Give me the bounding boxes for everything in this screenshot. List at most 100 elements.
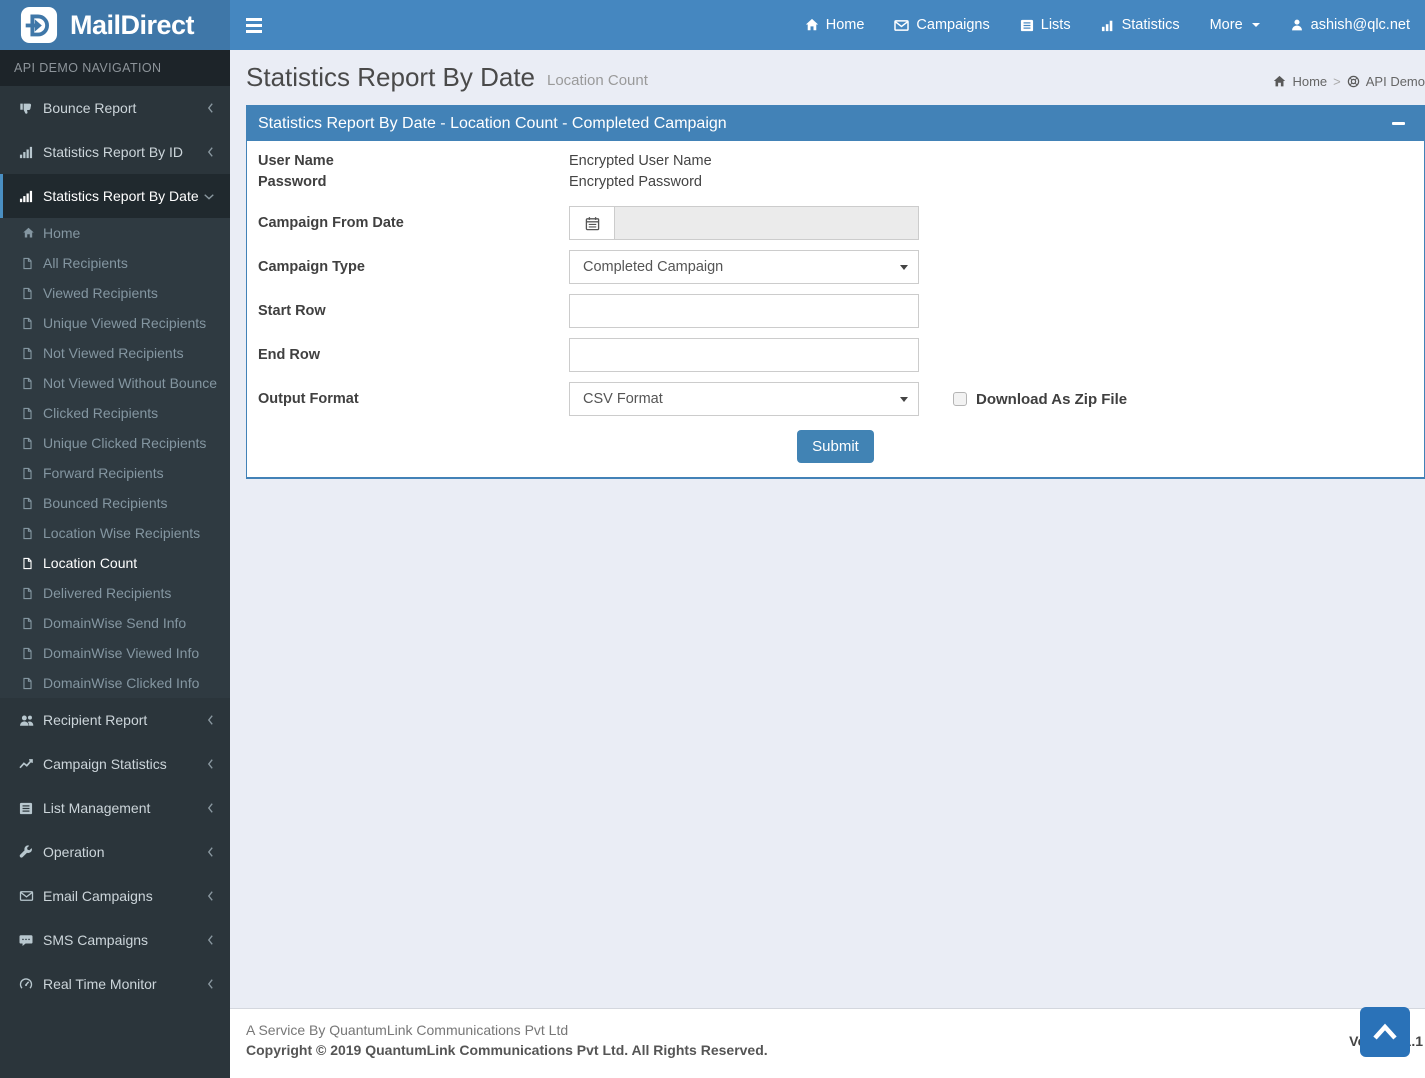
file-icon	[22, 347, 35, 360]
minus-icon	[1392, 122, 1405, 125]
nav-home[interactable]: Home	[790, 0, 880, 50]
scroll-to-top-button[interactable]	[1360, 1007, 1410, 1057]
page-footer: A Service By QuantumLink Communications …	[230, 1008, 1425, 1078]
sidebar-item-bounce-report[interactable]: Bounce Report	[0, 86, 230, 130]
sidebar-item-sms-campaigns[interactable]: SMS Campaigns	[0, 918, 230, 962]
thumbs-down-icon	[19, 101, 34, 115]
line-chart-icon	[19, 758, 34, 771]
campaign-type-label: Campaign Type	[258, 259, 365, 275]
start-row-label: Start Row	[258, 303, 326, 319]
file-icon	[22, 257, 35, 270]
sidebar-subitem-domainwise-send-info[interactable]: DomainWise Send Info	[0, 608, 230, 638]
breadcrumb: Home > API Demo	[1273, 66, 1425, 89]
download-zip-group: Download As Zip File	[953, 391, 1127, 408]
chevron-left-icon	[206, 846, 215, 858]
navbar-links: Home Campaigns Lists Statistics More ash…	[790, 0, 1425, 50]
sidebar-subitem-domainwise-clicked-info[interactable]: DomainWise Clicked Info	[0, 668, 230, 698]
collapse-panel-button[interactable]	[1392, 122, 1413, 125]
sidebar-item-statistics-report-by-date[interactable]: Statistics Report By Date	[0, 174, 230, 218]
start-row-input[interactable]	[569, 294, 919, 328]
sidebar-subitem-domainwise-viewed-info[interactable]: DomainWise Viewed Info	[0, 638, 230, 668]
end-row-input[interactable]	[569, 338, 919, 372]
sidebar-subitem-bounced-recipients[interactable]: Bounced Recipients	[0, 488, 230, 518]
footer-service-line: A Service By QuantumLink Communications …	[246, 1022, 569, 1038]
calendar-button[interactable]	[569, 206, 615, 240]
footer-copyright-line: Copyright © 2019 QuantumLink Communicati…	[246, 1042, 768, 1058]
chevron-left-icon	[206, 714, 215, 726]
breadcrumb-home-link[interactable]: Home	[1292, 74, 1327, 89]
panel-body: User Name Encrypted User Name Password E…	[247, 141, 1424, 477]
home-icon	[805, 18, 819, 32]
users-icon	[19, 714, 34, 727]
output-format-label: Output Format	[258, 391, 359, 407]
envelope-icon	[19, 890, 34, 902]
sidebar-subitem-unique-clicked-recipients[interactable]: Unique Clicked Recipients	[0, 428, 230, 458]
sidebar-subitem-all-recipients[interactable]: All Recipients	[0, 248, 230, 278]
sidebar-subitem-home[interactable]: Home	[0, 218, 230, 248]
file-icon	[22, 677, 35, 690]
output-format-select[interactable]: CSV Format	[569, 382, 919, 416]
report-panel: Statistics Report By Date - Location Cou…	[246, 105, 1425, 479]
sidebar-item-campaign-statistics[interactable]: Campaign Statistics	[0, 742, 230, 786]
select-caret-icon	[900, 397, 908, 402]
nav-lists[interactable]: Lists	[1005, 0, 1086, 50]
top-navbar: MailDirect Home Campaigns Lists Statisti…	[0, 0, 1425, 50]
sidebar-subitem-clicked-recipients[interactable]: Clicked Recipients	[0, 398, 230, 428]
date-input-group	[569, 206, 919, 240]
home-icon	[22, 227, 35, 239]
bar-chart-icon	[19, 146, 34, 159]
sidebar-subitem-location-count[interactable]: Location Count	[0, 548, 230, 578]
sidebar-item-real-time-monitor[interactable]: Real Time Monitor	[0, 962, 230, 1006]
file-icon	[22, 647, 35, 660]
statistics-by-date-submenu: Home All Recipients Viewed Recipients Un…	[0, 218, 230, 698]
sidebar-subitem-location-wise-recipients[interactable]: Location Wise Recipients	[0, 518, 230, 548]
sidebar-item-email-campaigns[interactable]: Email Campaigns	[0, 874, 230, 918]
sidebar-toggle-button[interactable]	[230, 0, 278, 50]
submit-button[interactable]: Submit	[797, 430, 874, 463]
main-content: Statistics Report By Date Location Count…	[230, 50, 1425, 1008]
nav-user-account[interactable]: ashish@qlc.net	[1275, 0, 1425, 50]
caret-down-icon	[1251, 23, 1260, 27]
maildirect-logo-icon	[20, 6, 58, 44]
bar-chart-icon	[1101, 19, 1115, 32]
download-zip-label[interactable]: Download As Zip File	[976, 391, 1127, 408]
sidebar-item-statistics-report-by-id[interactable]: Statistics Report By ID	[0, 130, 230, 174]
chevron-left-icon	[206, 978, 215, 990]
campaign-from-date-input[interactable]	[615, 206, 919, 240]
sidebar-subitem-forward-recipients[interactable]: Forward Recipients	[0, 458, 230, 488]
home-icon	[1273, 75, 1286, 88]
select-caret-icon	[900, 265, 908, 270]
sidebar-subitem-delivered-recipients[interactable]: Delivered Recipients	[0, 578, 230, 608]
file-icon	[22, 437, 35, 450]
file-icon	[22, 407, 35, 420]
sidebar-subitem-not-viewed-without-bounce[interactable]: Not Viewed Without Bounce	[0, 368, 230, 398]
page-subtitle: Location Count	[547, 72, 648, 89]
form-row-start-row: Start Row	[258, 294, 1413, 328]
chevron-down-icon	[203, 192, 215, 201]
form-row-end-row: End Row	[258, 338, 1413, 372]
user-name-label: User Name	[258, 153, 334, 169]
breadcrumb-current: API Demo	[1365, 74, 1425, 89]
file-icon	[22, 377, 35, 390]
sidebar-item-operation[interactable]: Operation	[0, 830, 230, 874]
sidebar-item-list-management[interactable]: List Management	[0, 786, 230, 830]
chevron-left-icon	[206, 934, 215, 946]
page-title: Statistics Report By Date	[246, 62, 535, 92]
bar-chart-icon	[19, 190, 34, 203]
brand-logo[interactable]: MailDirect	[0, 0, 230, 50]
sidebar-subitem-unique-viewed-recipients[interactable]: Unique Viewed Recipients	[0, 308, 230, 338]
campaign-from-date-label: Campaign From Date	[258, 215, 404, 231]
download-zip-checkbox[interactable]	[953, 392, 967, 406]
sidebar-item-recipient-report[interactable]: Recipient Report	[0, 698, 230, 742]
nav-statistics[interactable]: Statistics	[1086, 0, 1195, 50]
panel-title: Statistics Report By Date - Location Cou…	[258, 114, 727, 132]
nav-more[interactable]: More	[1195, 0, 1275, 50]
sidebar-subitem-not-viewed-recipients[interactable]: Not Viewed Recipients	[0, 338, 230, 368]
file-icon	[22, 617, 35, 630]
file-icon	[22, 557, 35, 570]
sidebar-subitem-viewed-recipients[interactable]: Viewed Recipients	[0, 278, 230, 308]
nav-campaigns[interactable]: Campaigns	[879, 0, 1004, 50]
chevron-left-icon	[206, 890, 215, 902]
gauge-icon	[19, 977, 34, 991]
campaign-type-select[interactable]: Completed Campaign	[569, 250, 919, 284]
